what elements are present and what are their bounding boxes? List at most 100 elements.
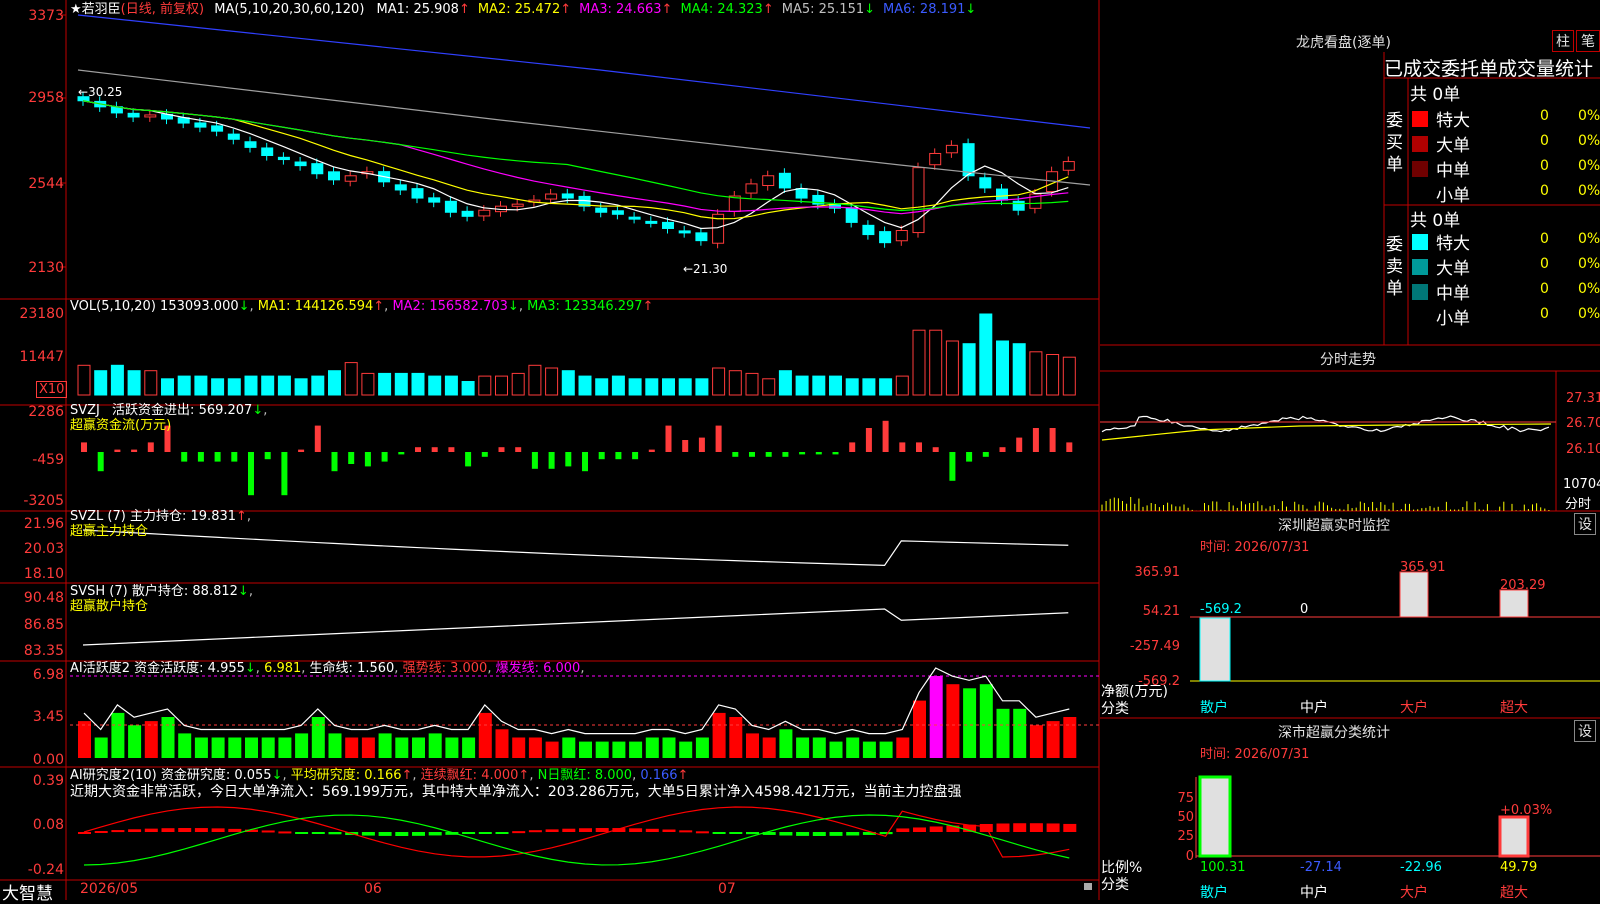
- volume-bar: [646, 379, 658, 395]
- star-icon: ★: [70, 2, 82, 17]
- research-bar: [546, 829, 559, 832]
- legend-swatch: [1412, 186, 1428, 202]
- research-bar: [663, 830, 676, 832]
- ma-legend-arrow-5: ↓: [864, 2, 875, 17]
- monitor-time: 时间: 2026/07/31: [1200, 536, 1309, 555]
- monitor-bar-retail: [1200, 618, 1230, 681]
- activity-bar: [529, 738, 542, 759]
- candle: [746, 184, 757, 193]
- activity-bar: [763, 738, 776, 759]
- category-label: 散户: [1200, 697, 1228, 717]
- volume-bar: [813, 376, 825, 395]
- fund-flow-bar: [432, 447, 438, 452]
- fund-flow-bar: [332, 452, 338, 471]
- vol-ma3: MA3: 123346.297: [527, 299, 642, 314]
- volume-bar: [278, 376, 290, 395]
- fund-flow-bar: [883, 421, 889, 452]
- ai1-t1: 资金活跃度:: [134, 661, 203, 676]
- svzj-title: 活跃资金进出:: [112, 403, 194, 418]
- candle: [345, 176, 356, 181]
- research-bar: [813, 832, 826, 836]
- research-bar: [278, 831, 291, 833]
- activity-bar: [846, 738, 859, 759]
- fund-flow-bar: [933, 447, 939, 452]
- fund-flow-bar: [983, 452, 989, 457]
- vol-ma1: MA1: 144126.594: [258, 299, 373, 314]
- order-type-label: 小单: [1436, 181, 1470, 206]
- activity-bar: [596, 742, 609, 758]
- fund-flow-bar: [198, 452, 204, 462]
- ma-legend-arrow-2: ↑: [560, 2, 571, 17]
- activity-bar: [696, 738, 709, 759]
- volume-bar: [228, 379, 240, 395]
- fund-flow-bar: [682, 440, 688, 452]
- candle: [663, 222, 674, 228]
- activity-bar: [679, 742, 692, 758]
- candle: [679, 231, 690, 233]
- research-bar: [195, 828, 208, 832]
- candle: [295, 162, 306, 166]
- fund-flow-bar: [131, 450, 137, 452]
- candle: [612, 211, 623, 215]
- monitor-settings-button[interactable]: 设: [1574, 513, 1596, 535]
- volume-bar: [596, 379, 608, 395]
- order-count: 0: [1540, 231, 1549, 247]
- volume-bar: [529, 365, 541, 395]
- volume-bar: [496, 376, 508, 395]
- tab-column[interactable]: 柱: [1552, 30, 1574, 52]
- volume-bar: [779, 371, 791, 395]
- candle: [562, 194, 573, 198]
- monitor-xlabel: 分类: [1101, 698, 1129, 718]
- ai2-a2: ↑: [402, 768, 413, 783]
- ai1-v2: 6.981: [264, 661, 301, 676]
- research-bar: [95, 831, 108, 833]
- volume-bar: [462, 382, 474, 396]
- sell-side-label: 委卖单: [1386, 234, 1406, 300]
- research-bar: [379, 832, 392, 836]
- ma-legend-6: MA6: 28.191: [883, 2, 965, 17]
- research-bar: [262, 830, 275, 832]
- research-line-red: [84, 807, 1069, 857]
- svzj-tick-1: 2286: [4, 404, 64, 420]
- period-label[interactable]: (日线, 前复权): [121, 2, 204, 17]
- research-line-green: [84, 815, 1069, 865]
- candle: [913, 168, 924, 233]
- fund-flow-bar: [599, 452, 605, 459]
- tab-tick[interactable]: 笔: [1576, 30, 1600, 52]
- vol-unit-badge[interactable]: X10: [36, 381, 67, 398]
- stock-name[interactable]: 若羽臣: [82, 2, 121, 17]
- research-bar: [746, 832, 759, 834]
- candle: [128, 113, 139, 117]
- candle: [846, 208, 857, 223]
- category-label: 中户: [1300, 697, 1328, 717]
- fund-flow-bar: [649, 450, 655, 452]
- ai2-tick-3: -0.24: [4, 862, 64, 878]
- research-bar: [646, 829, 659, 832]
- svzl-tick-3: 18.10: [4, 566, 64, 582]
- volume-bar: [312, 376, 324, 395]
- research-bar: [579, 828, 592, 832]
- volume-bar: [412, 373, 424, 395]
- ai1-v3: 1.560: [357, 661, 394, 676]
- fund-flow-bar: [799, 452, 805, 454]
- ma-legend-arrow-1: ↑: [459, 2, 470, 17]
- price-tick-4: 2130: [4, 260, 64, 276]
- research-bar: [696, 831, 709, 833]
- lock-icon[interactable]: [1084, 883, 1092, 890]
- fund-flow-bar: [315, 426, 321, 452]
- price-legend: ★若羽臣(日线, 前复权) MA(5,10,20,30,60,120) MA1:…: [70, 2, 976, 17]
- candle: [145, 115, 156, 117]
- volume-bar: [629, 379, 641, 395]
- fund-flow-bar: [816, 452, 822, 454]
- fund-flow-bar: [281, 452, 287, 495]
- fund-flow-bar: [114, 450, 120, 452]
- volume-bar: [78, 365, 90, 395]
- classify-settings-button[interactable]: 设: [1574, 720, 1596, 742]
- order-count: 0: [1540, 256, 1549, 272]
- volume-bar: [913, 330, 925, 395]
- order-type-label: 中单: [1436, 156, 1470, 181]
- candle: [262, 148, 273, 156]
- activity-bar: [429, 733, 442, 758]
- svsh-tick-3: 83.35: [4, 643, 64, 659]
- ai2-message: 近期大资金非常活跃，今日大单净流入：569.199万元，其中特大单净流入：203…: [70, 785, 962, 800]
